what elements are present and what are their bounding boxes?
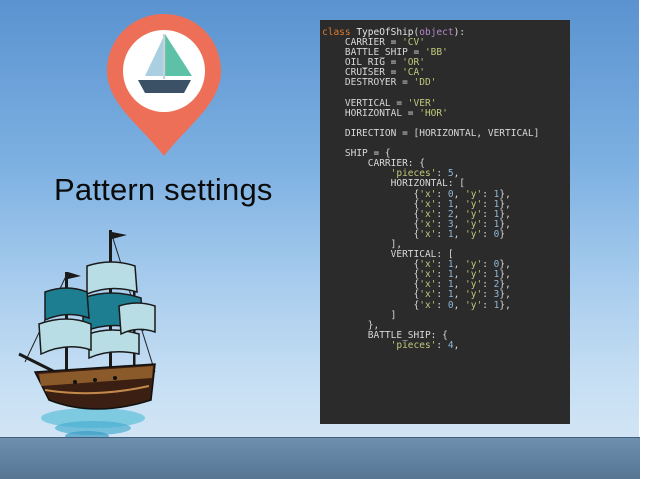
code-token: 'y' xyxy=(465,228,483,240)
presentation-slide: Pattern settings class TypeOfShip(object… xyxy=(0,0,645,479)
slide-title: Pattern settings xyxy=(54,172,273,207)
code-token: 'pieces' xyxy=(390,339,437,351)
code-token: } xyxy=(499,228,506,240)
slide-edge xyxy=(639,0,645,479)
code-token: 'x' xyxy=(419,299,437,311)
code-token: , xyxy=(453,339,460,351)
code-token: DIRECTION = [HORIZONTAL, VERTICAL] xyxy=(322,127,540,139)
code-token: : xyxy=(482,299,494,311)
code-token: 'BB' xyxy=(424,47,448,59)
location-pin-sailboat-icon xyxy=(105,12,223,158)
code-line: 'pieces': 4, xyxy=(322,339,570,351)
code-token: : xyxy=(436,228,448,240)
code-line: DESTROYER = 'DD' xyxy=(322,78,570,88)
code-line: HORIZONTAL = 'HOR' xyxy=(322,107,570,119)
code-token: 'HOR' xyxy=(419,107,448,119)
code-line: DIRECTION = [HORIZONTAL, VERTICAL] xyxy=(322,127,570,139)
code-token: 'DD' xyxy=(413,77,437,89)
water-footer xyxy=(0,438,640,479)
pirate-ship-illustration xyxy=(15,222,165,444)
code-token: 'y' xyxy=(465,299,483,311)
code-token: ): xyxy=(453,27,466,38)
code-snippet-panel: class TypeOfShip(object): CARRIER = 'CV'… xyxy=(320,20,570,424)
python-code-block: class TypeOfShip(object): CARRIER = 'CV'… xyxy=(320,20,570,351)
code-token: DESTROYER = xyxy=(322,77,414,89)
code-token: }, xyxy=(499,299,511,311)
code-token: , xyxy=(453,228,466,240)
code-token: HORIZONTAL = xyxy=(322,107,420,119)
code-token: : xyxy=(482,228,494,240)
code-token: : xyxy=(436,299,448,311)
code-token: : xyxy=(436,339,448,351)
code-token: , xyxy=(453,299,466,311)
code-token: 'x' xyxy=(419,228,437,240)
